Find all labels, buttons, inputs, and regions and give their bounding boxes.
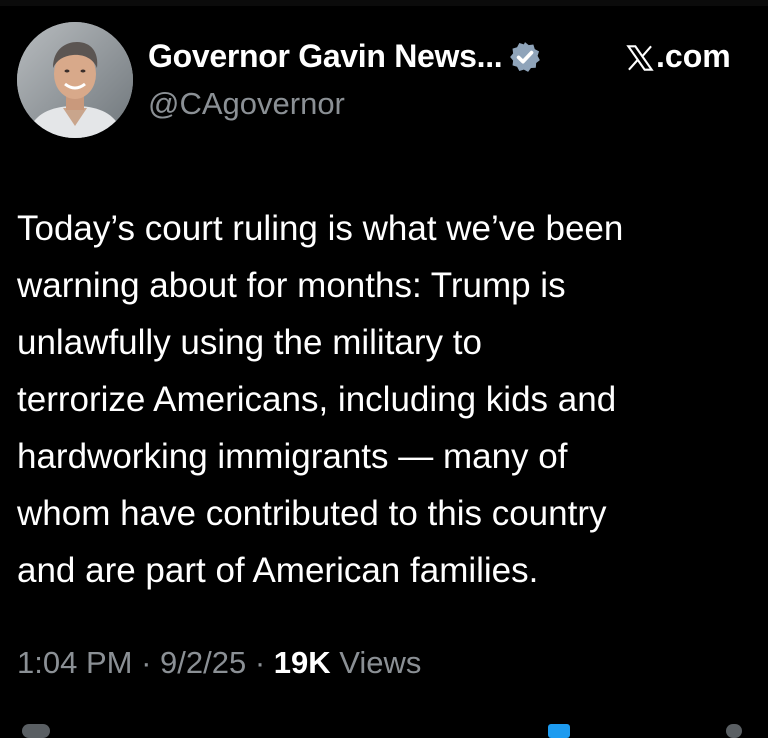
author-handle[interactable]: @CAgovernor <box>148 86 345 122</box>
tweet-date[interactable]: 9/2/25 <box>160 645 246 680</box>
avatar[interactable] <box>17 22 133 138</box>
action-bar-peek <box>0 718 768 738</box>
views-label: Views <box>330 645 422 680</box>
verified-badge-icon <box>508 40 542 74</box>
share-icon[interactable] <box>726 724 742 738</box>
bookmark-icon[interactable] <box>548 724 570 738</box>
meta-separator: · <box>132 645 161 680</box>
top-divider <box>0 0 768 6</box>
site-label: . com <box>626 38 731 75</box>
reply-icon[interactable] <box>22 724 50 738</box>
tweet-text: Today’s court ruling is what we’ve been … <box>17 209 624 590</box>
avatar-photo <box>17 22 133 138</box>
meta-separator: · <box>246 645 274 680</box>
author-name-row[interactable]: Governor Gavin News... <box>148 38 542 75</box>
tweet-time[interactable]: 1:04 PM <box>17 645 132 680</box>
site-domain: com <box>664 38 731 74</box>
views-count: 19K <box>273 645 331 680</box>
display-name[interactable]: Governor Gavin News... <box>148 38 503 75</box>
tweet-metadata: 1:04 PM · 9/2/25 · 19K Views <box>17 645 421 681</box>
x-logo-icon <box>626 43 654 71</box>
